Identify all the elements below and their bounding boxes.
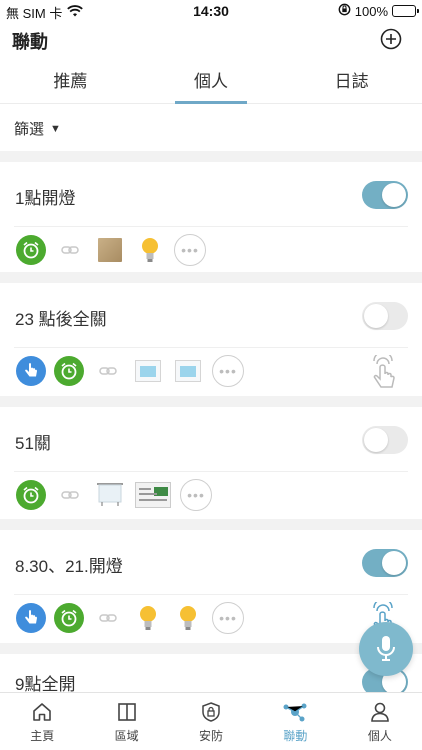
link-icon — [54, 479, 86, 511]
filter-dropdown[interactable]: 篩選 ▼ — [14, 118, 61, 139]
more-icon[interactable]: ••• — [212, 602, 244, 634]
linkage-name: 1點開燈 — [15, 189, 76, 208]
curtain-icon — [94, 479, 126, 511]
linkage-card[interactable]: 9點全開 — [0, 654, 422, 692]
linkage-name: 9點全開 — [15, 675, 76, 692]
caret-down-icon: ▼ — [50, 122, 61, 135]
page-title: 聯動 — [12, 32, 48, 52]
nav-linkage[interactable]: 聯動 — [253, 693, 337, 750]
plus-circle-icon — [380, 28, 402, 50]
area-icon — [117, 703, 136, 721]
orientation-lock-icon — [338, 3, 351, 19]
nav-security[interactable]: 安防 — [169, 693, 253, 750]
linkage-toggle[interactable] — [362, 549, 408, 577]
nav-profile[interactable]: 個人 — [338, 693, 422, 750]
linkage-name: 8.30、21.開燈 — [15, 557, 123, 576]
linkage-name: 23 點後全關 — [15, 310, 107, 329]
more-icon[interactable]: ••• — [180, 479, 212, 511]
touch-gesture-icon — [366, 351, 400, 391]
thermostat-icon — [135, 360, 161, 382]
user-icon — [371, 702, 389, 722]
section-gap — [0, 151, 422, 162]
linkage-toggle[interactable] — [362, 426, 408, 454]
light-bulb-icon — [132, 602, 164, 634]
alarm-clock-icon — [54, 603, 84, 633]
alarm-clock-icon — [54, 356, 84, 386]
linkage-card[interactable]: 23 點後全關 ••• — [0, 283, 422, 396]
light-bulb-icon — [172, 602, 204, 634]
manual-trigger-icon — [16, 356, 46, 386]
divider — [14, 347, 408, 348]
linkage-toggle[interactable] — [362, 302, 408, 330]
nav-label: 個人 — [367, 729, 392, 743]
light-bulb-icon — [134, 234, 166, 266]
linkage-card[interactable]: 51關 ••• — [0, 407, 422, 519]
linkage-icons: ••• — [16, 354, 244, 388]
linkage-card[interactable]: 8.30、21.開燈 ••• — [0, 530, 422, 643]
battery-percent: 100% — [354, 3, 388, 19]
thermostat-icon — [175, 360, 201, 382]
filter-label: 篩選 — [14, 121, 45, 138]
manual-trigger-icon — [16, 603, 46, 633]
linkage-name: 51關 — [15, 434, 51, 453]
linkage-icons: ••• — [16, 233, 206, 267]
home-icon — [33, 703, 52, 721]
more-icon[interactable]: ••• — [174, 234, 206, 266]
link-icon — [92, 602, 124, 634]
divider — [14, 226, 408, 227]
nav-label: 安防 — [199, 729, 224, 743]
add-linkage-button[interactable] — [380, 28, 402, 50]
battery-icon — [392, 5, 419, 17]
nav-label: 聯動 — [283, 729, 308, 743]
section-gap — [0, 272, 422, 283]
bottom-nav: 主頁 區域 安防 聯動 個人 — [0, 692, 422, 750]
linkage-nodes-icon — [283, 703, 307, 722]
linkage-icons: ••• — [16, 478, 212, 512]
nav-label: 區域 — [114, 729, 139, 743]
shield-lock-icon — [202, 702, 220, 722]
linkage-icons: ••• — [16, 601, 244, 635]
divider — [14, 594, 408, 595]
controller-box-icon — [135, 482, 171, 508]
section-gap — [0, 519, 422, 530]
nav-home[interactable]: 主頁 — [0, 693, 84, 750]
tab-personal[interactable]: 個人 — [141, 62, 282, 104]
switch-panel-icon — [98, 238, 122, 262]
alarm-clock-icon — [16, 480, 46, 510]
section-gap — [0, 396, 422, 407]
more-icon[interactable]: ••• — [212, 355, 244, 387]
tab-bar: 推薦 個人 日誌 — [0, 62, 422, 104]
header: 聯動 — [0, 22, 422, 58]
divider — [14, 471, 408, 472]
status-bar: 無 SIM 卡 14:30 100% — [0, 0, 422, 22]
tab-recommended[interactable]: 推薦 — [0, 62, 141, 103]
nav-area[interactable]: 區域 — [84, 693, 168, 750]
tab-log[interactable]: 日誌 — [281, 62, 422, 103]
link-icon — [54, 234, 86, 266]
linkage-card[interactable]: 1點開燈 ••• — [0, 162, 422, 272]
linkage-toggle[interactable] — [362, 181, 408, 209]
alarm-clock-icon — [16, 235, 46, 265]
microphone-icon — [377, 636, 395, 661]
link-icon — [92, 355, 124, 387]
nav-label: 主頁 — [30, 729, 55, 743]
voice-input-button[interactable] — [359, 622, 413, 676]
